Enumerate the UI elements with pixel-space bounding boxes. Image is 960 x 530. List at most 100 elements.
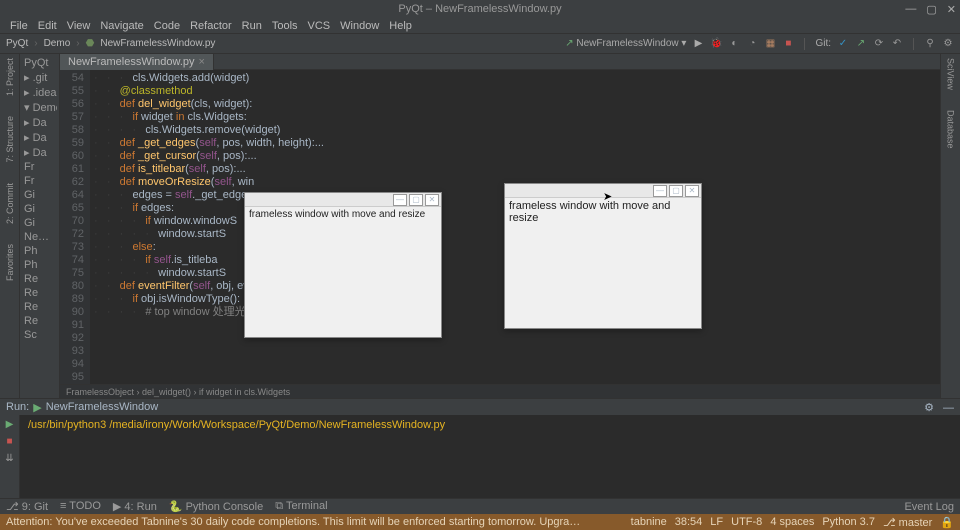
concurrent-button[interactable]: ▦ (764, 38, 776, 50)
menu-window[interactable]: Window (336, 20, 383, 32)
tool-database[interactable]: Database (946, 110, 956, 149)
status-encoding[interactable]: UTF-8 (731, 516, 762, 529)
tree-item[interactable]: Re (22, 314, 57, 328)
main-area: 1: Project 7: Structure 2: Commit Favori… (0, 54, 960, 398)
demo1-close-button[interactable]: ✕ (425, 194, 439, 206)
tree-item[interactable]: Gi (22, 188, 57, 202)
status-branch[interactable]: ⎇ master (883, 516, 932, 529)
git-rollback-icon[interactable]: ↶ (891, 38, 903, 50)
menu-run[interactable]: Run (238, 20, 266, 32)
menu-tools[interactable]: Tools (268, 20, 302, 32)
close-icon[interactable]: ✕ (947, 3, 956, 16)
menu-edit[interactable]: Edit (34, 20, 61, 32)
stop-button[interactable]: ■ (782, 38, 794, 50)
coverage-button[interactable]: ◐ (728, 38, 740, 50)
run-panel-tab[interactable]: NewFramelessWindow (46, 401, 158, 413)
run-button[interactable]: ▶ (692, 38, 704, 50)
tool-structure[interactable]: 7: Structure (5, 116, 15, 163)
search-everywhere-icon[interactable]: ⚲ (924, 38, 936, 50)
cursor-icon: ➤ (603, 190, 612, 203)
tool-project[interactable]: 1: Project (5, 58, 15, 96)
tree-item[interactable]: Fr (22, 160, 57, 174)
rerun-button[interactable]: ▶ (6, 419, 14, 430)
tool-sciview[interactable]: SciView (946, 58, 956, 90)
window-controls: — ▢ ✕ (905, 3, 956, 16)
minimize-icon[interactable]: — (905, 3, 916, 16)
run-tool[interactable]: ▶ 4: Run (113, 500, 157, 513)
tree-item[interactable]: ▾ Demo (22, 100, 57, 115)
menu-refactor[interactable]: Refactor (186, 20, 236, 32)
status-lock-icon[interactable]: 🔒 (940, 516, 954, 529)
git-history-icon[interactable]: ⟳ (873, 38, 885, 50)
demo2-min-button[interactable]: — (653, 185, 667, 197)
tree-item[interactable]: Fr (22, 174, 57, 188)
tree-item[interactable]: ▸ .idea (22, 85, 57, 100)
profile-button[interactable]: ◔ (746, 38, 758, 50)
tree-item[interactable]: ▸ .git (22, 70, 57, 85)
tree-item[interactable]: ▸ Da (22, 115, 57, 130)
status-message[interactable]: Attention: You've exceeded Tabnine's 30 … (6, 516, 586, 528)
tree-item[interactable]: Gi (22, 216, 57, 230)
event-log-tool[interactable]: Event Log (904, 501, 954, 513)
tree-item[interactable]: Ne… (22, 230, 57, 244)
tree-item[interactable]: ▸ Da (22, 130, 57, 145)
menu-code[interactable]: Code (150, 20, 184, 32)
maximize-icon[interactable]: ▢ (926, 3, 936, 16)
python-console-tool[interactable]: 🐍 Python Console (169, 500, 263, 513)
nav-folder[interactable]: Demo (44, 38, 71, 49)
tree-item[interactable]: Gi (22, 202, 57, 216)
demo-window-1[interactable]: — ▢ ✕ frameless window with move and res… (244, 192, 442, 338)
tree-item[interactable]: Ph (22, 244, 57, 258)
todo-tool[interactable]: ≡ TODO (60, 500, 101, 513)
tree-item[interactable]: Re (22, 300, 57, 314)
git-label: Git: (815, 38, 831, 49)
run-config-selector[interactable]: ↗ NewFramelessWindow ▾ (565, 38, 686, 49)
status-indent[interactable]: 4 spaces (770, 516, 814, 529)
right-tool-strip: SciView Database (940, 54, 960, 398)
run-layout-icon[interactable]: ⇊ (5, 453, 13, 464)
run-panel-body: ▶ ■ ⇊ /usr/bin/python3 /media/irony/Work… (0, 415, 960, 498)
close-tab-icon[interactable]: × (199, 56, 205, 68)
menubar: File Edit View Navigate Code Refactor Ru… (0, 18, 960, 34)
git-update-icon[interactable]: ✓ (837, 38, 849, 50)
statusbar: Attention: You've exceeded Tabnine's 30 … (0, 514, 960, 530)
debug-button[interactable]: 🐞 (710, 38, 722, 50)
run-hide-icon[interactable]: — (943, 402, 954, 414)
menu-file[interactable]: File (6, 20, 32, 32)
settings-icon[interactable]: ⚙ (942, 38, 954, 50)
stop-run-button[interactable]: ■ (6, 436, 12, 447)
menu-navigate[interactable]: Navigate (96, 20, 147, 32)
nav-project[interactable]: PyQt (6, 38, 28, 49)
run-output[interactable]: /usr/bin/python3 /media/irony/Work/Works… (20, 415, 960, 498)
status-caret-pos[interactable]: 38:54 (675, 516, 703, 529)
git-push-icon[interactable]: ↗ (855, 38, 867, 50)
nav-file[interactable]: NewFramelessWindow.py (100, 38, 215, 49)
tree-item[interactable]: PyQt (22, 56, 57, 70)
demo2-close-button[interactable]: ✕ (685, 185, 699, 197)
demo2-body: frameless window with move and resize ➤ (505, 198, 701, 328)
demo1-titlebar[interactable]: — ▢ ✕ (245, 193, 441, 207)
code-breadcrumb[interactable]: FramelessObject › del_widget() › if widg… (60, 384, 940, 398)
status-python[interactable]: Python 3.7 (822, 516, 875, 529)
demo1-max-button[interactable]: ▢ (409, 194, 423, 206)
vcs-tool-icon[interactable]: ⎇ 9: Git (6, 500, 48, 513)
tree-item[interactable]: Ph (22, 258, 57, 272)
menu-help[interactable]: Help (385, 20, 416, 32)
status-tabnine[interactable]: tabnine (631, 516, 667, 529)
menu-vcs[interactable]: VCS (304, 20, 335, 32)
terminal-tool[interactable]: ⧉ Terminal (275, 500, 327, 513)
status-line-sep[interactable]: LF (710, 516, 723, 529)
tree-item[interactable]: ▸ Da (22, 145, 57, 160)
demo1-min-button[interactable]: — (393, 194, 407, 206)
tree-item[interactable]: Re (22, 272, 57, 286)
project-tree[interactable]: PyQt ▸ .git ▸ .idea ▾ Demo ▸ Da ▸ Da ▸ D… (20, 54, 60, 398)
demo-window-2[interactable]: — ▢ ✕ frameless window with move and res… (504, 183, 702, 329)
run-settings-icon[interactable]: ⚙ (924, 402, 934, 414)
tree-item[interactable]: Sc (22, 328, 57, 342)
tree-item[interactable]: Re (22, 286, 57, 300)
demo2-max-button[interactable]: ▢ (669, 185, 683, 197)
menu-view[interactable]: View (63, 20, 95, 32)
editor-tab-active[interactable]: NewFramelessWindow.py × (60, 54, 214, 70)
tool-favorites[interactable]: Favorites (5, 244, 15, 281)
tool-commit[interactable]: 2: Commit (5, 183, 15, 224)
